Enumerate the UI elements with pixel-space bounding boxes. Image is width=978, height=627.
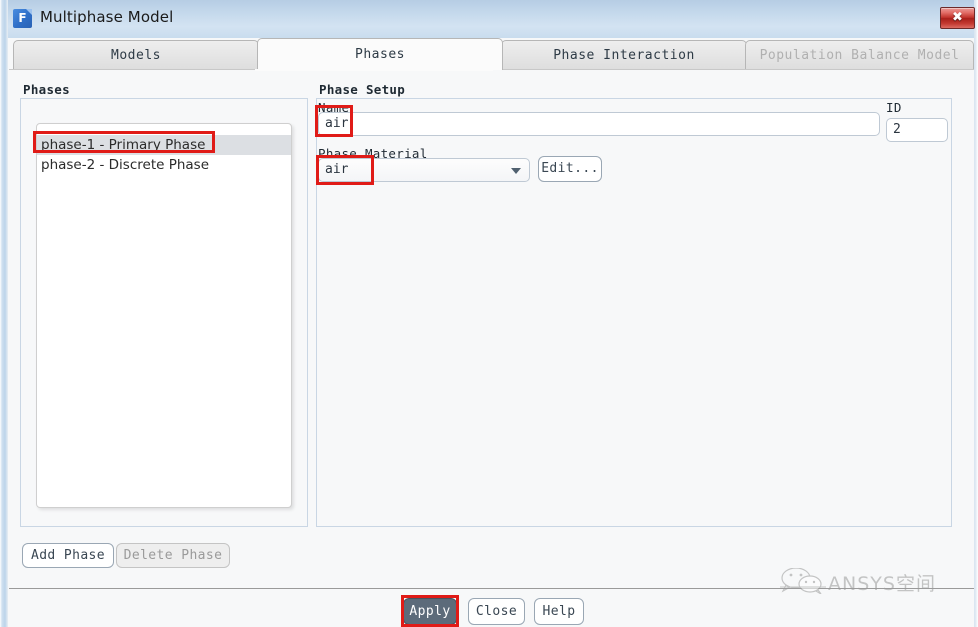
multiphase-model-dialog: F Multiphase Model ✖ Models Phases Phase… — [0, 0, 978, 627]
phases-group-title: Phases — [20, 82, 73, 97]
watermark-text: ANSYS空间 — [828, 573, 936, 595]
app-icon-letter: F — [18, 11, 27, 25]
id-input[interactable]: 2 — [886, 118, 948, 142]
window-title: Multiphase Model — [40, 8, 174, 26]
close-dialog-button[interactable]: Close — [468, 598, 525, 625]
name-input[interactable]: air — [318, 112, 880, 136]
phase-setup-group-title: Phase Setup — [316, 82, 409, 97]
window-right-border — [974, 0, 978, 627]
tab-population-balance-model[interactable]: Population Balance Model — [745, 40, 974, 69]
phase-material-value: air — [325, 162, 349, 177]
wechat-icon — [780, 568, 826, 594]
phases-listbox[interactable]: phase-1 - Primary Phase phase-2 - Discre… — [36, 123, 292, 508]
tab-models[interactable]: Models — [13, 40, 259, 69]
close-icon: ✖ — [952, 10, 963, 25]
list-item[interactable]: phase-2 - Discrete Phase — [37, 155, 291, 175]
chevron-down-icon — [511, 168, 521, 174]
delete-phase-button[interactable]: Delete Phase — [116, 543, 230, 568]
add-phase-button[interactable]: Add Phase — [22, 543, 114, 568]
tab-phases[interactable]: Phases — [257, 38, 503, 70]
tab-phase-interaction[interactable]: Phase Interaction — [501, 40, 747, 69]
window-left-border — [0, 0, 8, 627]
close-button[interactable]: ✖ — [940, 7, 975, 29]
edit-material-button[interactable]: Edit... — [538, 156, 602, 182]
tab-bar: Models Phases Phase Interaction Populati… — [9, 38, 974, 70]
listbox-top-pad — [37, 124, 291, 135]
id-label: ID — [886, 100, 902, 115]
tab-active-notch — [255, 69, 493, 71]
title-bar[interactable]: F Multiphase Model ✖ — [8, 0, 975, 38]
list-item[interactable]: phase-1 - Primary Phase — [37, 135, 291, 155]
watermark: ANSYS空间 — [780, 568, 965, 595]
fluent-app-icon: F — [13, 9, 32, 28]
phase-material-dropdown[interactable]: air — [318, 158, 530, 182]
help-button[interactable]: Help — [534, 598, 584, 625]
apply-button[interactable]: Apply — [403, 598, 457, 625]
